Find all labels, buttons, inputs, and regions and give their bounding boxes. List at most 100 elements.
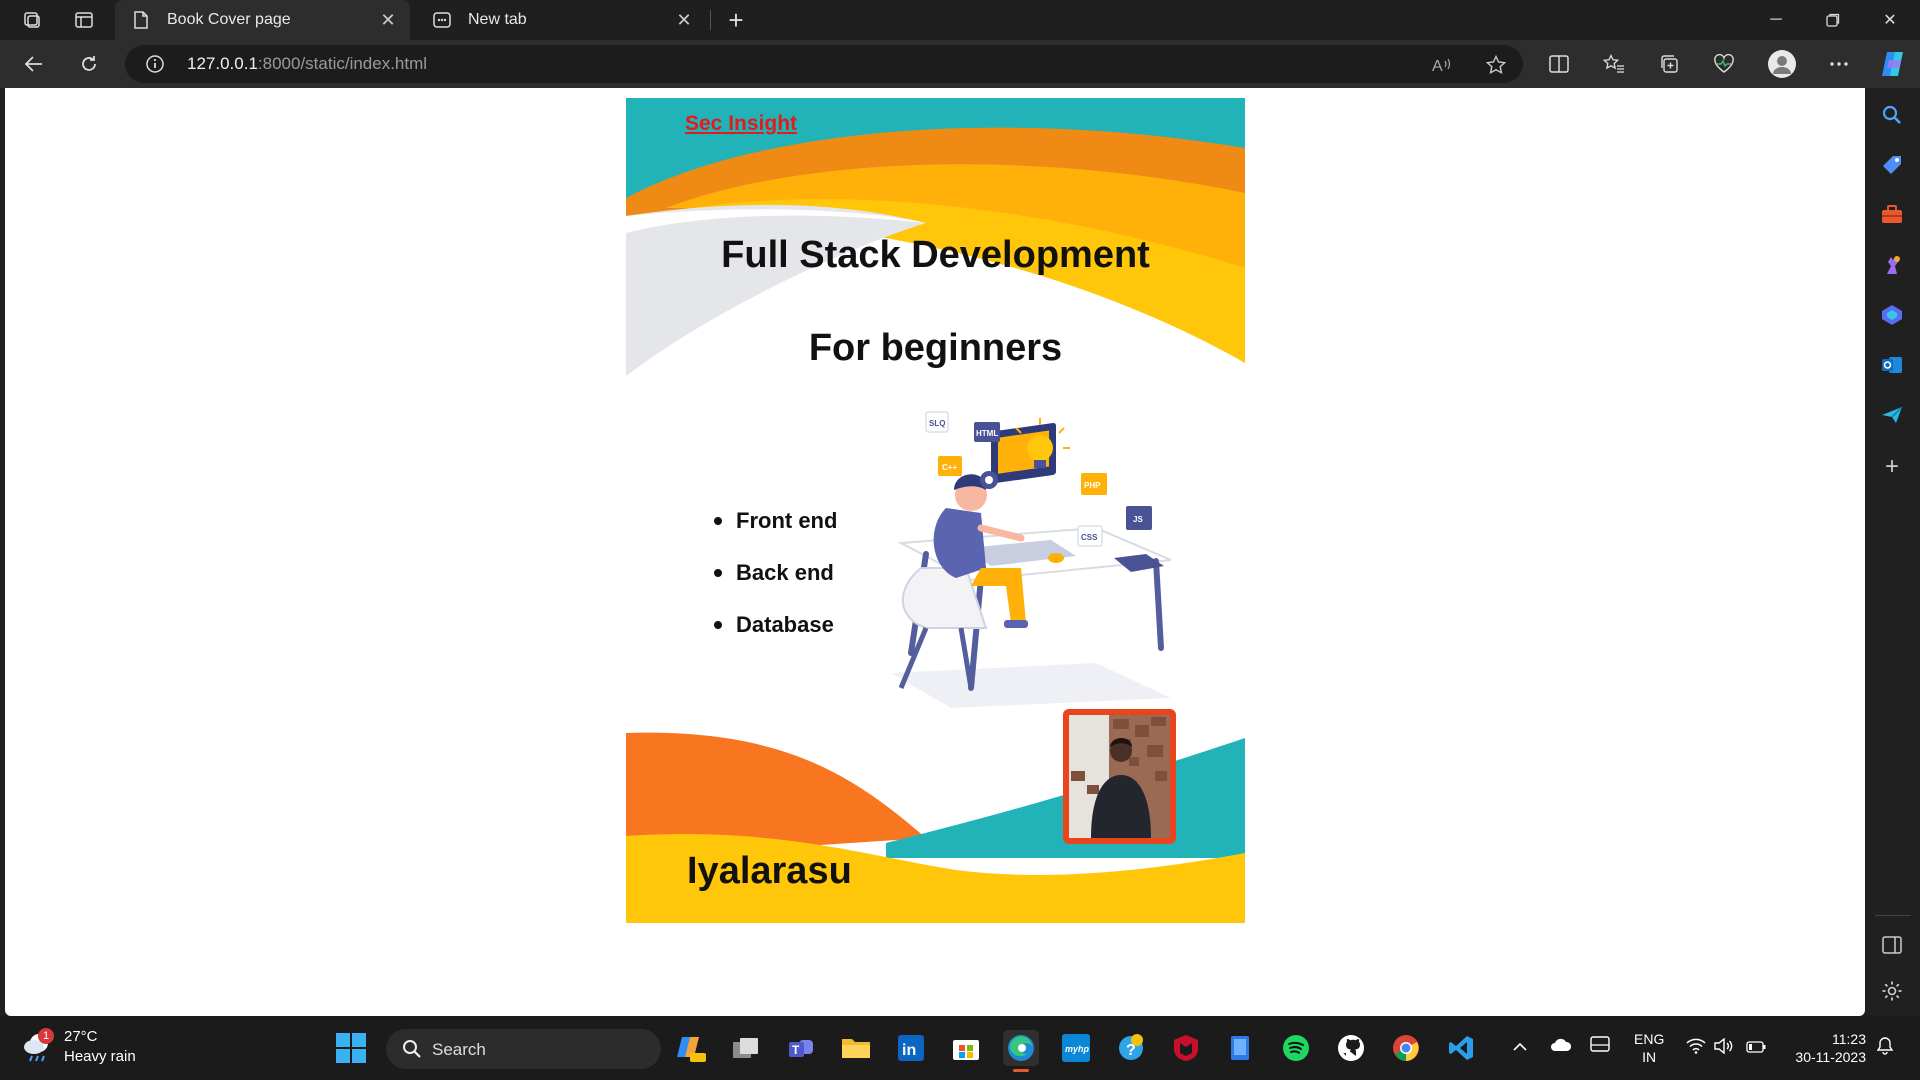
close-tab-icon[interactable]: ✕	[374, 6, 402, 34]
tab-book-cover[interactable]: Book Cover page ✕	[115, 0, 410, 40]
linkedin-icon[interactable]: in	[893, 1030, 929, 1066]
tag-cpp: C++	[942, 463, 957, 472]
book-title: Full Stack Development	[721, 234, 1150, 276]
svg-text:T: T	[792, 1043, 800, 1057]
new-tab-page-icon	[432, 10, 452, 30]
outlook-icon[interactable]	[1875, 348, 1909, 382]
list-item: Database	[714, 612, 837, 664]
tools-briefcase-icon[interactable]	[1875, 198, 1909, 232]
weather-badge: 1	[38, 1028, 54, 1044]
weather-widget[interactable]: 1 27°C Heavy rain	[22, 1026, 182, 1070]
close-window-icon[interactable]: ✕	[1862, 0, 1918, 40]
tag-slq: SLQ	[929, 419, 945, 428]
new-tab-button[interactable]: +	[720, 4, 752, 36]
url-text: 127.0.0.1:8000/static/index.html	[187, 54, 428, 73]
tag-css: CSS	[1081, 533, 1098, 542]
read-aloud-icon[interactable]: A	[1428, 51, 1456, 79]
list-item: Back end	[714, 560, 837, 612]
teams-icon[interactable]: T	[783, 1030, 819, 1066]
weather-temp: 27°C	[64, 1028, 98, 1045]
taskbar-search[interactable]: Search	[386, 1029, 661, 1069]
shopping-tag-icon[interactable]	[1875, 148, 1909, 182]
sidebar-divider	[1875, 915, 1911, 916]
spotify-icon[interactable]	[1278, 1030, 1314, 1066]
show-hidden-icons-chevron-up-icon[interactable]	[1512, 1038, 1528, 1054]
notifications-bell-icon[interactable]	[1876, 1036, 1894, 1059]
task-view-icon[interactable]	[728, 1030, 764, 1066]
github-icon[interactable]	[1333, 1030, 1369, 1066]
collections-icon[interactable]	[1652, 48, 1686, 80]
myhp-icon[interactable]: myhp	[1058, 1030, 1094, 1066]
chrome-icon[interactable]	[1388, 1030, 1424, 1066]
active-app-indicator	[1013, 1069, 1029, 1072]
restore-icon[interactable]	[1805, 0, 1861, 40]
edge-sidebar: +	[1865, 88, 1920, 1016]
phone-link-icon[interactable]	[1223, 1030, 1259, 1066]
wifi-icon[interactable]	[1686, 1038, 1706, 1057]
svg-text:?: ?	[1126, 1042, 1136, 1059]
list-item: Front end	[714, 508, 837, 560]
profile-avatar-icon[interactable]	[1765, 48, 1799, 80]
page-viewport: SLQ HTML C++ PHP CSS JS Sec Insight Full…	[5, 88, 1865, 1016]
system-clock[interactable]: 11:23 30-11-2023	[1776, 1030, 1866, 1066]
workspaces-icon[interactable]	[16, 6, 48, 34]
file-explorer-icon[interactable]	[838, 1030, 874, 1066]
svg-text:in: in	[902, 1042, 916, 1059]
topic-list: Front end Back end Database	[714, 508, 837, 664]
touch-keyboard-icon[interactable]	[1590, 1036, 1610, 1057]
copilot-icon[interactable]	[1876, 48, 1910, 80]
refresh-icon[interactable]	[71, 48, 107, 80]
copilot-sidebar-icon[interactable]	[1875, 298, 1909, 332]
weather-desc: Heavy rain	[64, 1048, 136, 1065]
input-language[interactable]: ENG IN	[1634, 1030, 1664, 1066]
tab-title: New tab	[468, 11, 527, 28]
brand-link[interactable]: Sec Insight	[685, 112, 797, 136]
send-drop-icon[interactable]	[1875, 398, 1909, 432]
tab-actions-icon[interactable]	[68, 6, 100, 34]
browser-essentials-icon[interactable]	[1707, 48, 1741, 80]
back-arrow-icon[interactable]	[16, 48, 52, 80]
tag-js: JS	[1133, 515, 1143, 524]
tag-html: HTML	[976, 429, 998, 438]
tab-title: Book Cover page	[167, 11, 291, 28]
search-icon[interactable]	[1875, 98, 1909, 132]
close-tab-icon[interactable]: ✕	[670, 6, 698, 34]
minimize-icon[interactable]: ─	[1748, 0, 1804, 40]
author-name: Iyalarasu	[687, 850, 852, 892]
hide-sidebar-icon[interactable]	[1875, 928, 1909, 962]
book-cover: SLQ HTML C++ PHP CSS JS Sec Insight Full…	[626, 98, 1245, 923]
games-icon[interactable]	[1875, 248, 1909, 282]
tab-new-tab[interactable]: New tab ✕	[416, 0, 706, 40]
tab-divider	[710, 10, 711, 30]
favorite-star-icon[interactable]	[1482, 51, 1510, 79]
search-icon	[403, 1040, 421, 1058]
url-field[interactable]: 127.0.0.1:8000/static/index.html A	[125, 45, 1523, 83]
volume-icon[interactable]	[1714, 1037, 1734, 1057]
tab-bar: Book Cover page ✕ New tab ✕ + ─ ✕	[0, 0, 1920, 40]
svg-text:A: A	[1432, 58, 1443, 74]
search-label: Search	[432, 1040, 486, 1059]
help-tips-icon[interactable]: ?	[1113, 1030, 1149, 1066]
mcafee-icon[interactable]	[1168, 1030, 1204, 1066]
tag-php: PHP	[1084, 481, 1101, 490]
split-screen-icon[interactable]	[1542, 48, 1576, 80]
copilot-pre-app-icon[interactable]	[673, 1030, 709, 1066]
onedrive-cloud-icon[interactable]	[1550, 1038, 1572, 1055]
edge-browser-icon[interactable]	[1003, 1030, 1039, 1072]
add-sidebar-app-icon[interactable]: +	[1875, 450, 1909, 484]
address-bar-row: 127.0.0.1:8000/static/index.html A	[0, 40, 1920, 88]
battery-icon[interactable]	[1746, 1040, 1766, 1056]
author-photo	[1063, 709, 1176, 844]
developer-illustration: SLQ HTML C++ PHP CSS JS	[891, 411, 1172, 708]
favorites-icon[interactable]	[1597, 48, 1631, 80]
book-subtitle: For beginners	[808, 327, 1063, 369]
settings-gear-icon[interactable]	[1875, 974, 1909, 1008]
more-menu-icon[interactable]	[1822, 48, 1856, 80]
page-icon	[131, 10, 151, 30]
start-windows-icon[interactable]	[335, 1032, 367, 1064]
microsoft-store-icon[interactable]	[948, 1030, 984, 1066]
taskbar: 1 27°C Heavy rain Search T in myhp ? ENG…	[0, 1016, 1920, 1080]
site-info-icon[interactable]	[145, 54, 165, 74]
vscode-icon[interactable]	[1443, 1030, 1479, 1066]
svg-text:myhp: myhp	[1065, 1044, 1090, 1054]
